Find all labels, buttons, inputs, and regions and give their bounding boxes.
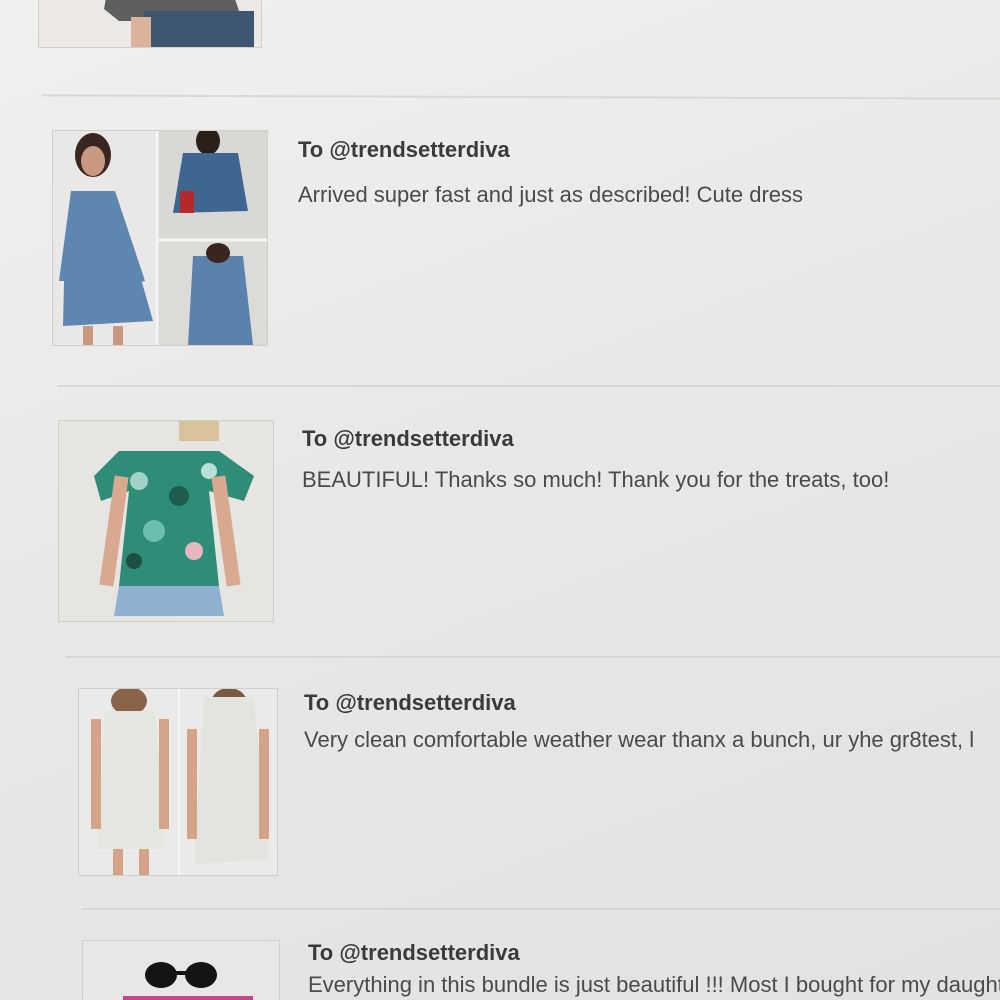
- row-divider: [82, 908, 1000, 910]
- feedback-message: BEAUTIFUL! Thanks so much! Thank you for…: [302, 467, 890, 492]
- row-divider: [58, 385, 1000, 387]
- feedback-message: Very clean comfortable weather wear than…: [304, 727, 975, 752]
- item-thumbnail[interactable]: [82, 940, 280, 1000]
- recipient-label[interactable]: To @trendsetterdiva: [304, 690, 516, 716]
- item-thumbnail[interactable]: [58, 420, 274, 622]
- row-divider: [66, 656, 1000, 658]
- feedback-message: Everything in this bundle is just beauti…: [308, 972, 1000, 997]
- item-thumbnail[interactable]: [38, 0, 262, 48]
- feedback-list: To @trendsetterdiva Arrived super fast a…: [0, 0, 1000, 1000]
- recipient-label[interactable]: To @trendsetterdiva: [308, 940, 520, 966]
- recipient-label[interactable]: To @trendsetterdiva: [302, 426, 514, 452]
- feedback-message: Arrived super fast and just as described…: [298, 182, 804, 207]
- item-thumbnail[interactable]: [78, 688, 278, 876]
- item-thumbnail[interactable]: [52, 130, 268, 346]
- row-divider: [41, 94, 1000, 100]
- recipient-label[interactable]: To @trendsetterdiva: [298, 137, 510, 163]
